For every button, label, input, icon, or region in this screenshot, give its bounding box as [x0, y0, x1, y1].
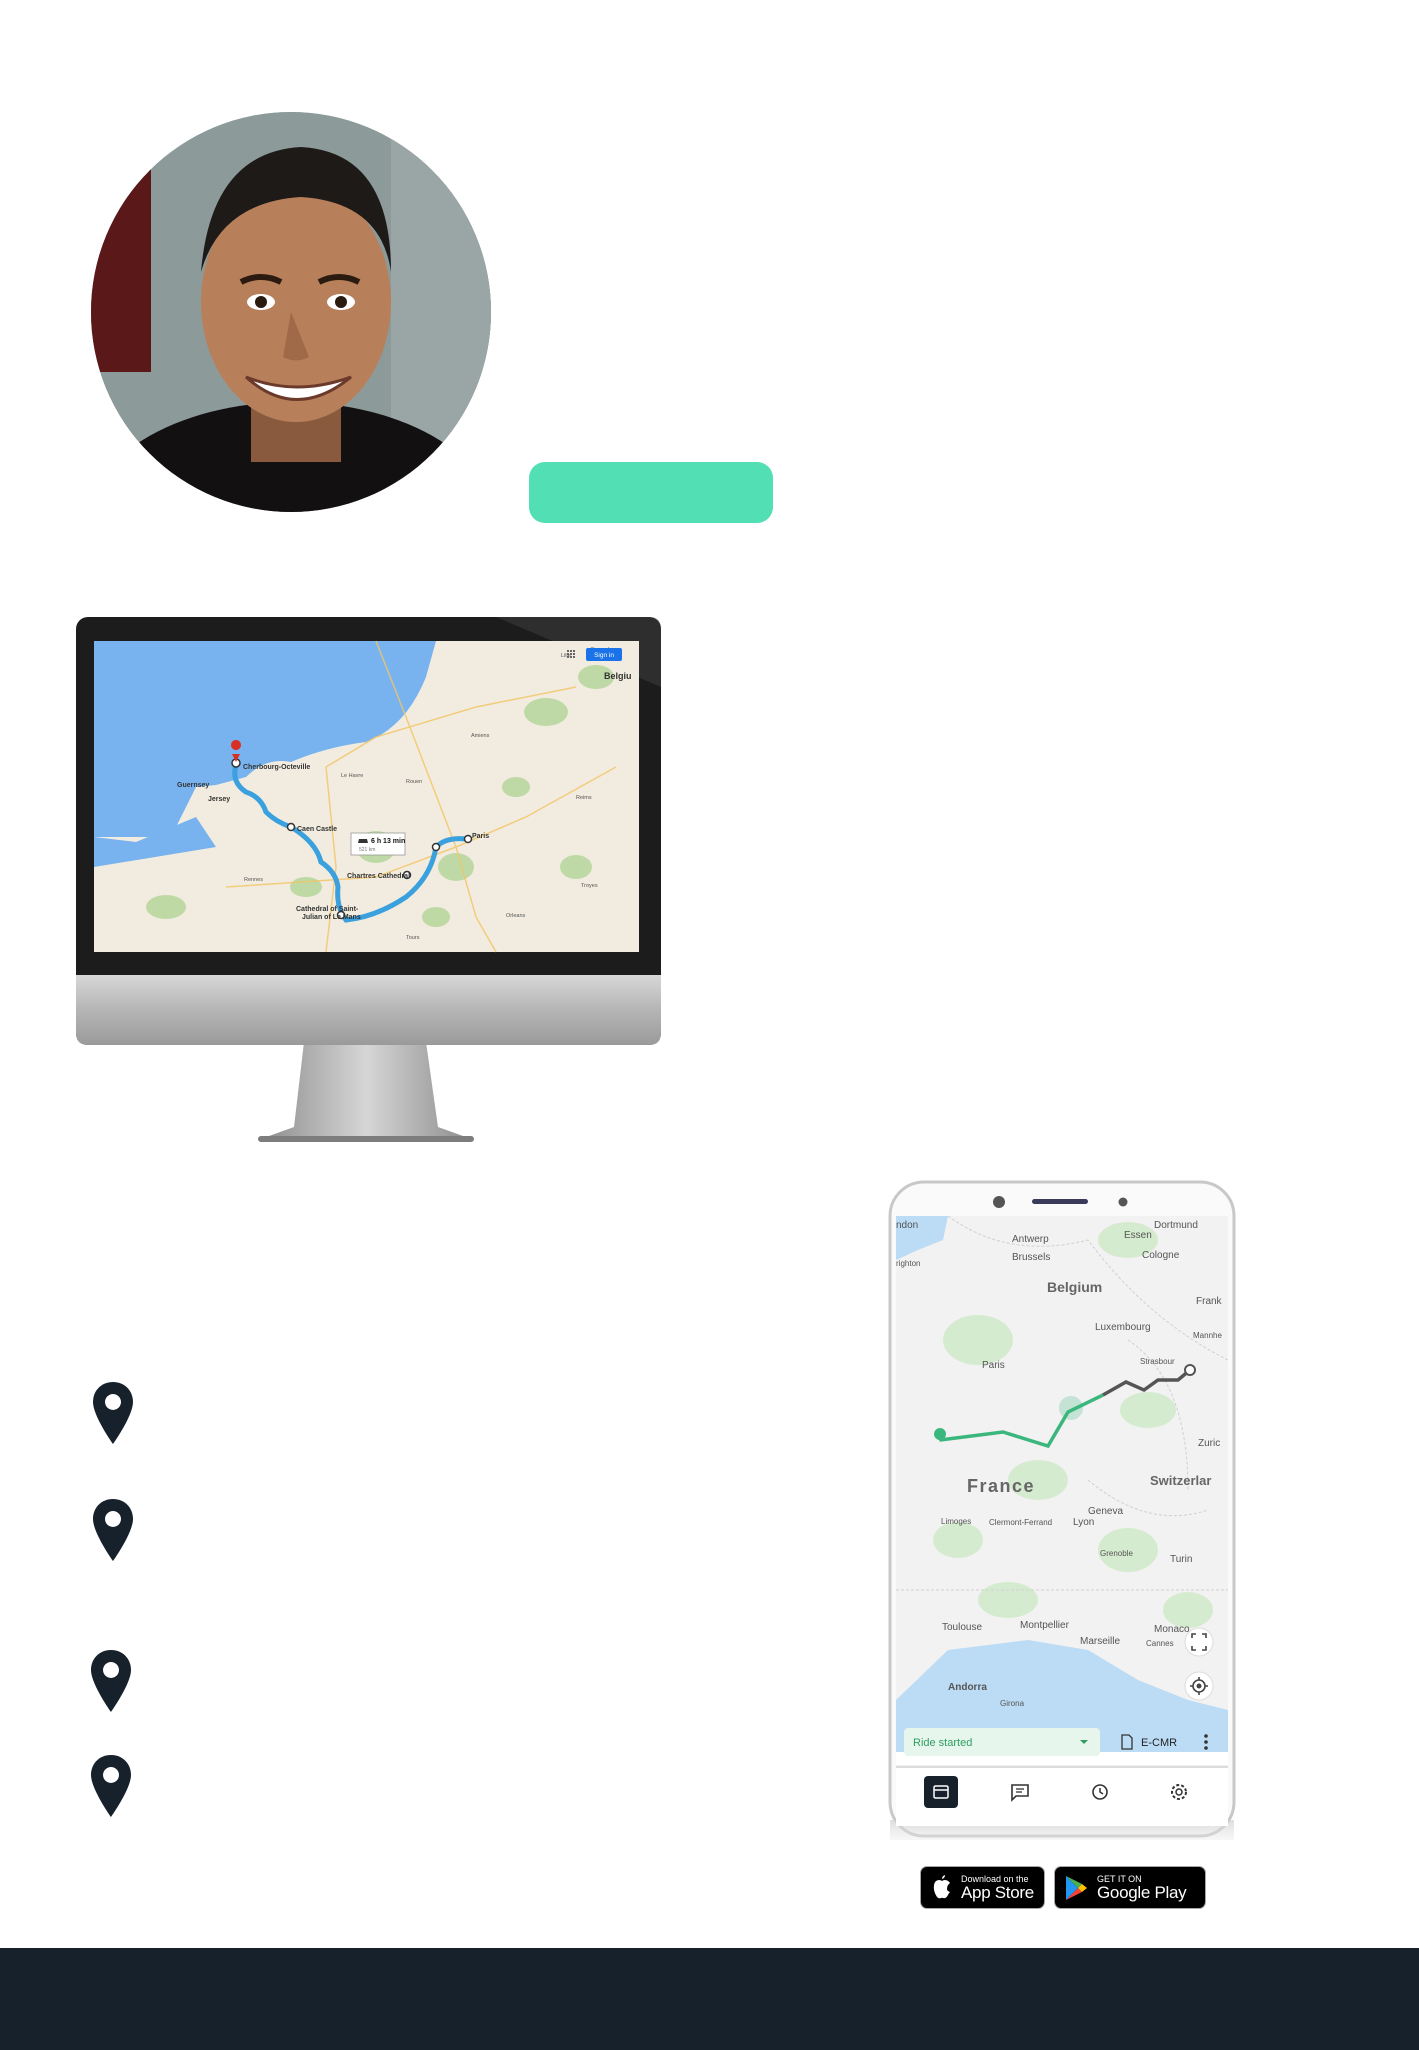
map-label: Julian of Le Mans — [302, 914, 361, 921]
map-label: Limoges — [941, 1517, 971, 1526]
apps-grid-icon[interactable] — [567, 650, 575, 658]
footer — [0, 1948, 1419, 2050]
map-label: Lyon — [1073, 1517, 1094, 1528]
map-label: Monaco — [1154, 1624, 1190, 1635]
map-label: Toulouse — [942, 1622, 982, 1633]
more-vertical-icon[interactable] — [1204, 1734, 1208, 1750]
ecmr-label: E-CMR — [1141, 1737, 1177, 1749]
map-label: Belgiu — [604, 671, 632, 681]
map-label: Zuric — [1198, 1438, 1220, 1449]
app-store-big-text: App Store — [961, 1882, 1034, 1902]
map-label: Girona — [1000, 1699, 1025, 1708]
map-label: France — [967, 1476, 1035, 1496]
map-label: Guernsey — [177, 782, 209, 789]
ride-status-dropdown[interactable]: Ride started — [904, 1728, 1100, 1756]
map-label: Brussels — [1012, 1252, 1050, 1263]
cta-button[interactable] — [529, 462, 773, 523]
map-label: Caen Castle — [297, 826, 337, 833]
map-label: Reims — [576, 795, 592, 801]
map-label: Andorra — [948, 1682, 987, 1693]
ride-status-label: Ride started — [913, 1737, 972, 1749]
location-pin-icon — [91, 1755, 131, 1817]
map-label: Marseille — [1080, 1636, 1120, 1647]
map-label: Luxembourg — [1095, 1322, 1151, 1333]
map-label: Rennes — [244, 877, 263, 883]
map-label: Strasbour — [1140, 1357, 1175, 1366]
app-store-badge[interactable]: Download on the App Store — [920, 1866, 1045, 1909]
apple-icon — [933, 1874, 950, 1898]
map-label: Cannes — [1146, 1639, 1174, 1648]
app-store-small-text: Download on the — [961, 1873, 1029, 1884]
map-label: Rouen — [406, 779, 422, 785]
route-distance: 521 km — [359, 847, 375, 853]
map-label: Grenoble — [1100, 1549, 1133, 1558]
map-label: Orleans — [506, 913, 526, 919]
location-pin-icon — [91, 1650, 131, 1712]
route-time: 6 h 13 min — [371, 838, 405, 845]
profile-photo — [91, 112, 491, 512]
desktop-map: Cherbourg-Octeville Caen Castle Paris Ch… — [94, 640, 639, 953]
my-location-icon[interactable] — [1184, 1671, 1214, 1701]
profile-avatar — [91, 112, 491, 512]
google-play-big-text: Google Play — [1097, 1882, 1187, 1902]
map-label: Troyes — [581, 883, 598, 889]
map-label: Montpellier — [1020, 1620, 1070, 1631]
location-pin-icon — [93, 1499, 133, 1561]
map-label: Cherbourg-Octeville — [243, 764, 310, 771]
svg-text:Sign in: Sign in — [594, 652, 614, 659]
map-label: Geneva — [1088, 1506, 1123, 1517]
phone-mockup: Antwerp Brussels Belgium Dortmund Essen … — [888, 1180, 1236, 1840]
map-label: Turin — [1170, 1554, 1192, 1565]
desktop-monitor: Cherbourg-Octeville Caen Castle Paris Ch… — [76, 617, 661, 1142]
map-label: ndon — [896, 1220, 918, 1231]
google-play-badge[interactable]: GET IT ON Google Play — [1054, 1866, 1206, 1909]
map-label: Lille — [561, 653, 571, 659]
map-label: Clermont-Ferrand — [989, 1518, 1052, 1527]
map-label: Amiens — [471, 733, 490, 739]
map-label: Tours — [406, 935, 420, 941]
route-info-box[interactable]: 6 h 13 min 521 km — [350, 832, 406, 856]
map-label: Paris — [472, 833, 489, 840]
map-label: righton — [896, 1259, 920, 1268]
map-label: Cathedral of Saint- — [296, 906, 359, 913]
map-label: Cologne — [1142, 1250, 1180, 1261]
map-label: Le Havre — [341, 773, 363, 779]
map-label: Mannhe — [1193, 1331, 1222, 1340]
map-label: Frank — [1196, 1296, 1223, 1307]
map-signin-button[interactable]: Sign in — [586, 648, 622, 661]
google-play-icon — [1066, 1875, 1087, 1900]
map-label: Belgium — [1047, 1279, 1102, 1295]
map-label: Chartres Cathedral — [347, 873, 410, 880]
map-label: Antwerp — [1012, 1234, 1049, 1245]
map-label: Switzerlar — [1150, 1473, 1211, 1488]
nav-calendar[interactable] — [924, 1776, 958, 1808]
map-label: Dortmund — [1154, 1220, 1198, 1231]
map-label: Paris — [982, 1360, 1005, 1371]
map-label: Jersey — [208, 796, 230, 803]
phone-map: Antwerp Brussels Belgium Dortmund Essen … — [896, 1215, 1229, 1752]
location-pin-icon — [93, 1382, 133, 1444]
google-play-small-text: GET IT ON — [1097, 1873, 1142, 1884]
map-label: Essen — [1124, 1230, 1152, 1241]
fullscreen-icon[interactable] — [1184, 1627, 1214, 1657]
